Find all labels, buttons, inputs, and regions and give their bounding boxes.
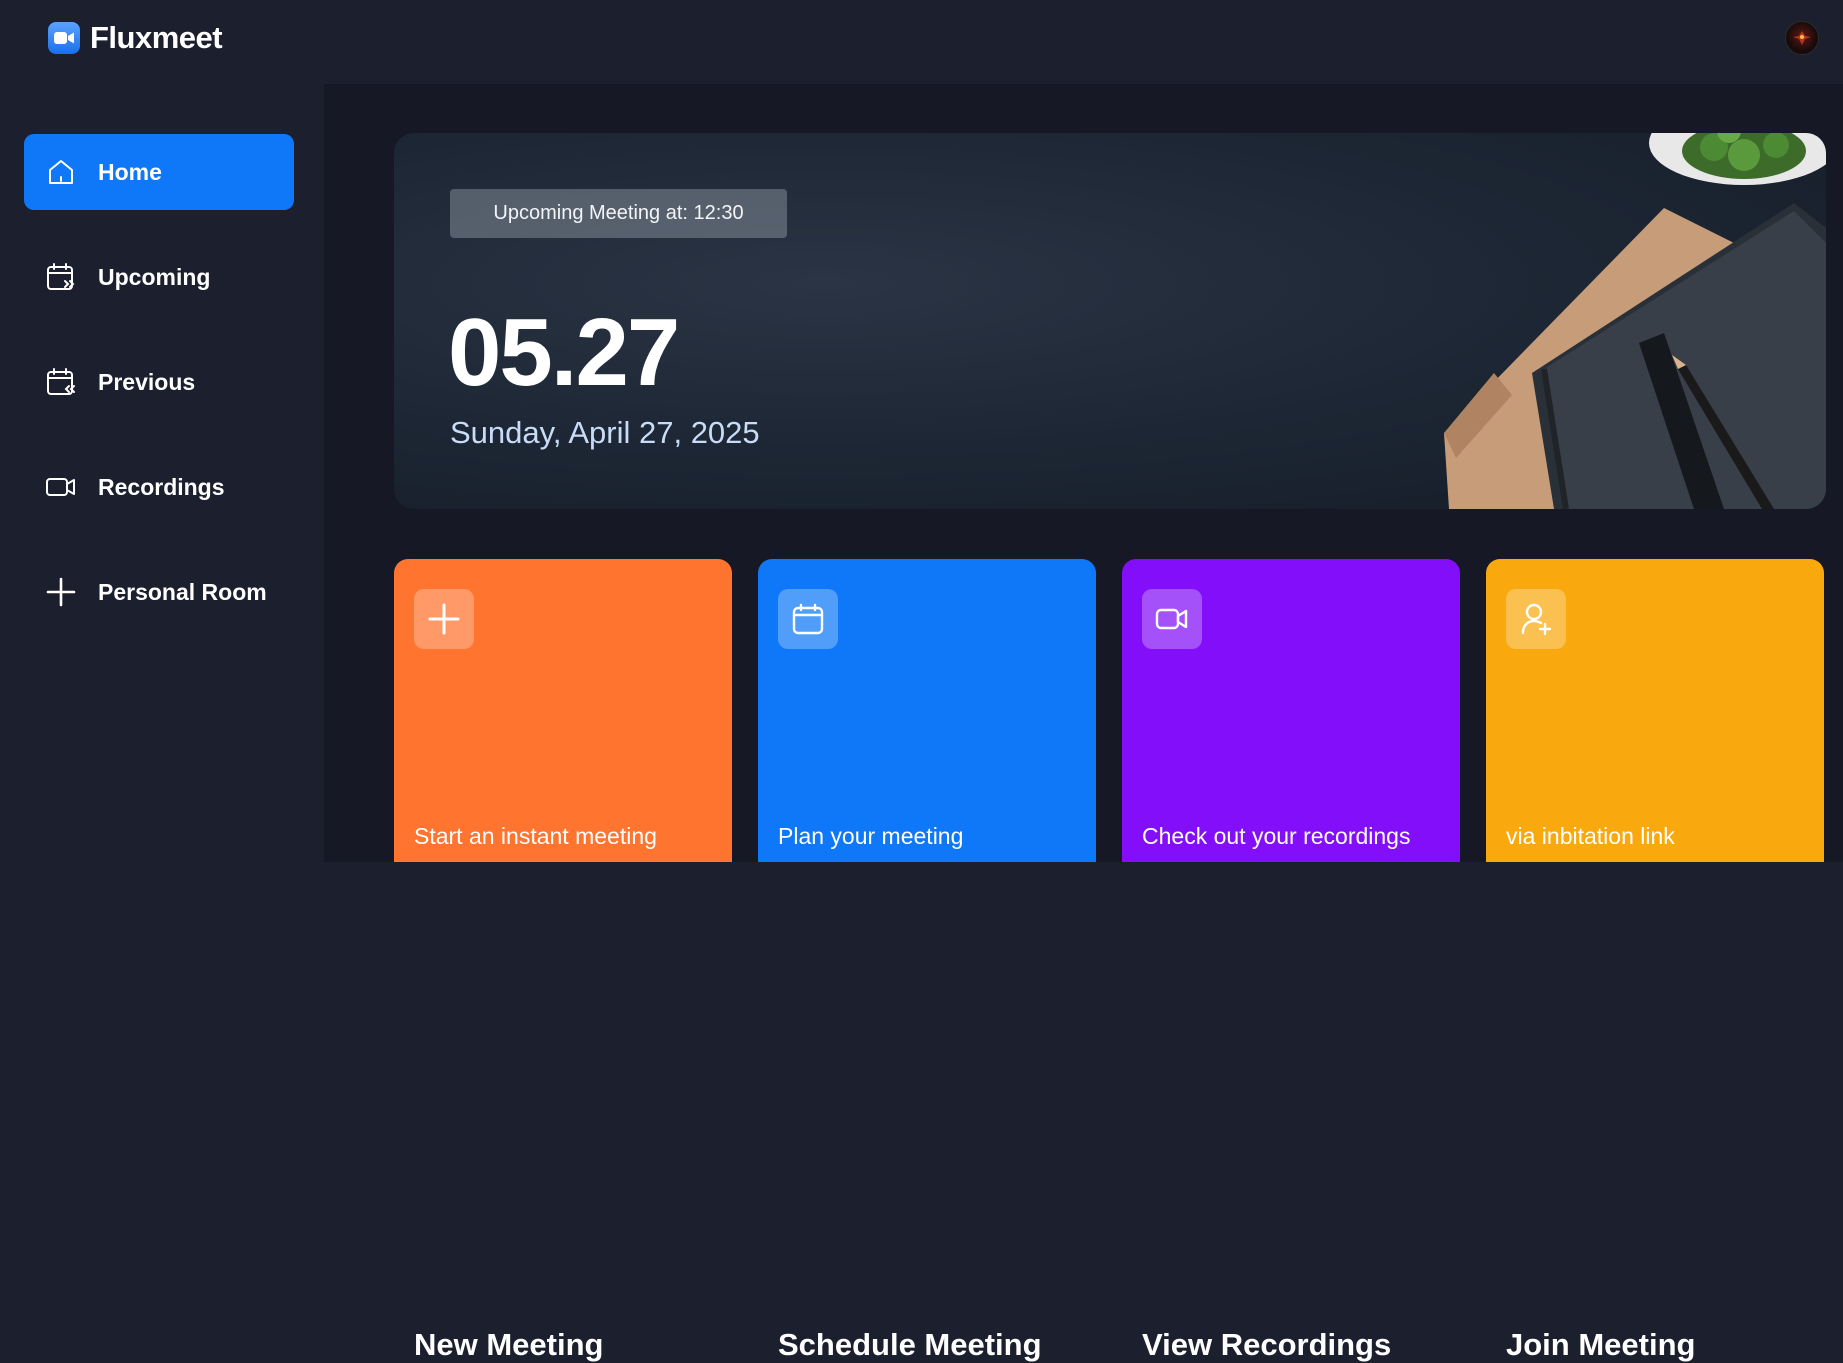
sidebar-item-personal-room[interactable]: Personal Room [24, 554, 294, 630]
card-subtitle: via inbitation link [1506, 823, 1675, 849]
sidebar-item-upcoming[interactable]: Upcoming [24, 239, 294, 315]
sidebar-item-recordings[interactable]: Recordings [24, 449, 294, 525]
card-subtitle: Check out your recordings [1142, 823, 1411, 849]
sidebar-item-label: Home [98, 158, 162, 185]
sidebar-item-previous[interactable]: Previous [24, 344, 294, 420]
user-add-icon [1506, 589, 1566, 649]
calendar-icon [778, 589, 838, 649]
upcoming-meeting-badge: Upcoming Meeting at: 12:30 [450, 189, 787, 238]
plus-icon [44, 575, 78, 609]
card-subtitle: Plan your meeting [778, 823, 964, 849]
desk-illustration [1444, 133, 1826, 509]
new-meeting-card[interactable]: New Meeting Start an instant meeting [394, 559, 732, 1362]
sidebar-item-home[interactable]: Home [24, 134, 294, 210]
brand-name: Fluxmeet [90, 20, 223, 55]
calendar-back-icon [44, 365, 78, 399]
card-title: Join Meeting [1506, 1327, 1696, 1362]
hero-banner: Upcoming Meeting at: 12:30 05.27 Sunday,… [394, 133, 1826, 509]
sidebar-item-label: Recordings [98, 473, 225, 500]
home-icon [44, 155, 78, 189]
sidebar-item-label: Previous [98, 368, 196, 395]
card-subtitle: Start an instant meeting [414, 823, 657, 849]
video-icon [1142, 589, 1202, 649]
card-title: New Meeting [414, 1327, 604, 1362]
calendar-forward-icon [44, 260, 78, 294]
top-bar: Fluxmeet [0, 0, 1843, 84]
sidebar-item-label: Personal Room [98, 578, 267, 605]
schedule-meeting-card[interactable]: Schedule Meeting Plan your meeting [758, 559, 1096, 1362]
card-title: Schedule Meeting [778, 1327, 1042, 1362]
sidebar-item-label: Upcoming [98, 263, 211, 290]
video-icon [44, 470, 78, 504]
current-date: Sunday, April 27, 2025 [450, 415, 760, 450]
join-meeting-card[interactable]: Join Meeting via inbitation link [1486, 559, 1824, 1362]
user-avatar[interactable] [1785, 21, 1819, 55]
current-time: 05.27 [448, 299, 680, 406]
card-title: View Recordings [1142, 1327, 1392, 1362]
sidebar: Home Upcoming Previous Recordings Person… [0, 84, 324, 862]
video-camera-logo-icon [48, 22, 80, 54]
plus-icon [414, 589, 474, 649]
brand[interactable]: Fluxmeet [48, 20, 223, 56]
view-recordings-card[interactable]: View Recordings Check out your recording… [1122, 559, 1460, 1362]
